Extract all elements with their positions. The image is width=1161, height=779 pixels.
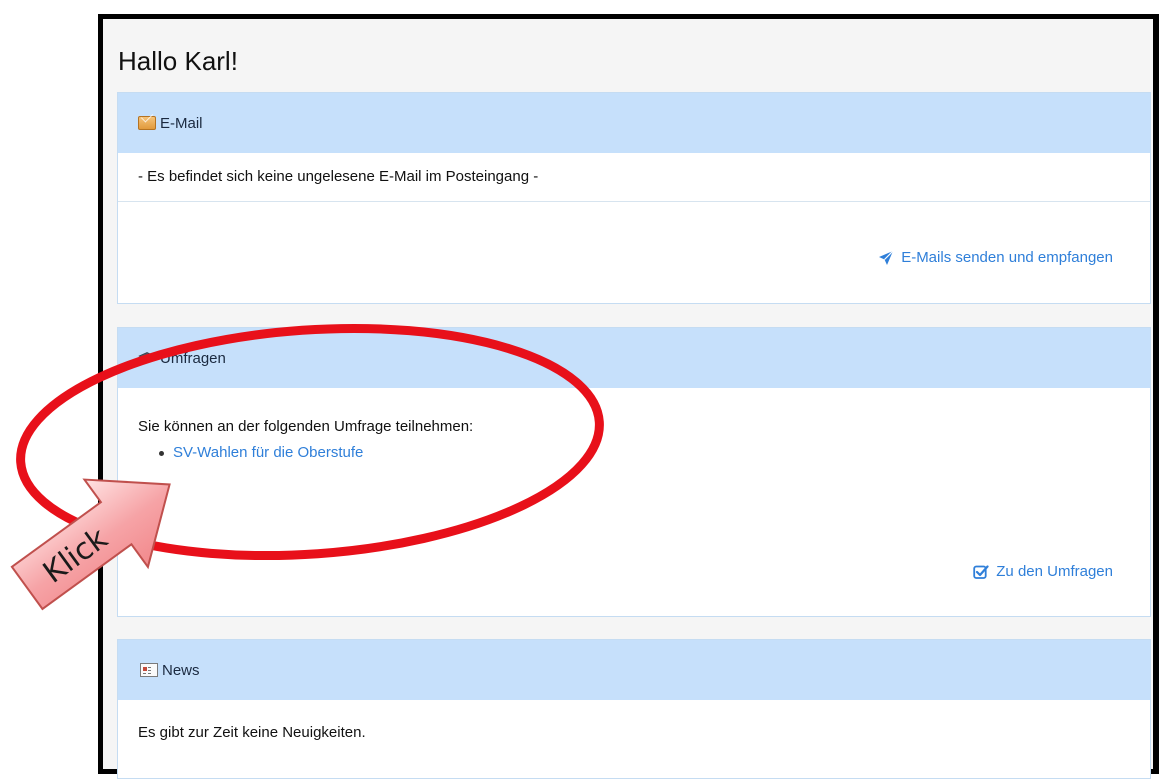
email-status-message: - Es befindet sich keine ungelesene E-Ma… [118, 153, 1150, 201]
envelope-icon [138, 116, 156, 130]
survey-link-sv-wahlen[interactable]: SV-Wahlen für die Oberstufe [173, 444, 363, 461]
email-status-text: - Es befindet sich keine ungelesene E-Ma… [138, 168, 539, 185]
survey-intro: Sie können an der folgenden Umfrage teil… [118, 388, 1150, 435]
send-receive-emails-label: E-Mails senden und empfangen [901, 249, 1113, 266]
list-item: SV-Wahlen für die Oberstufe [118, 444, 1150, 461]
to-surveys-link[interactable]: Zu den Umfragen [973, 563, 1113, 580]
newspaper-icon [140, 663, 158, 677]
checkbox-edit-icon [973, 564, 989, 579]
survey-panel-title: Umfragen [160, 349, 226, 367]
email-panel-title: E-Mail [160, 114, 203, 132]
send-receive-emails-link[interactable]: E-Mails senden und empfangen [878, 249, 1113, 266]
news-panel-title: News [162, 661, 200, 679]
news-status-text: Es gibt zur Zeit keine Neuigkeiten. [138, 724, 366, 741]
survey-list: SV-Wahlen für die Oberstufe [118, 444, 1150, 461]
survey-panel-header: Umfragen [118, 328, 1150, 388]
news-panel: News Es gibt zur Zeit keine Neuigkeiten. [117, 639, 1151, 779]
paper-plane-icon [879, 250, 894, 265]
email-panel-header: E-Mail [118, 93, 1150, 153]
to-surveys-label: Zu den Umfragen [996, 563, 1113, 580]
news-status-message: Es gibt zur Zeit keine Neuigkeiten. [118, 700, 1150, 741]
survey-panel: Umfragen Sie können an der folgenden Umf… [117, 327, 1151, 617]
news-panel-header: News [118, 640, 1150, 700]
email-panel: E-Mail - Es befindet sich keine ungelese… [117, 92, 1151, 304]
email-panel-divider [118, 201, 1150, 202]
page-title: Hallo Karl! [118, 46, 238, 76]
dashboard-frame: Hallo Karl! E-Mail - Es befindet sich ke… [98, 14, 1159, 779]
survey-intro-text: Sie können an der folgenden Umfrage teil… [138, 418, 474, 435]
mortarboard-icon [138, 351, 156, 365]
